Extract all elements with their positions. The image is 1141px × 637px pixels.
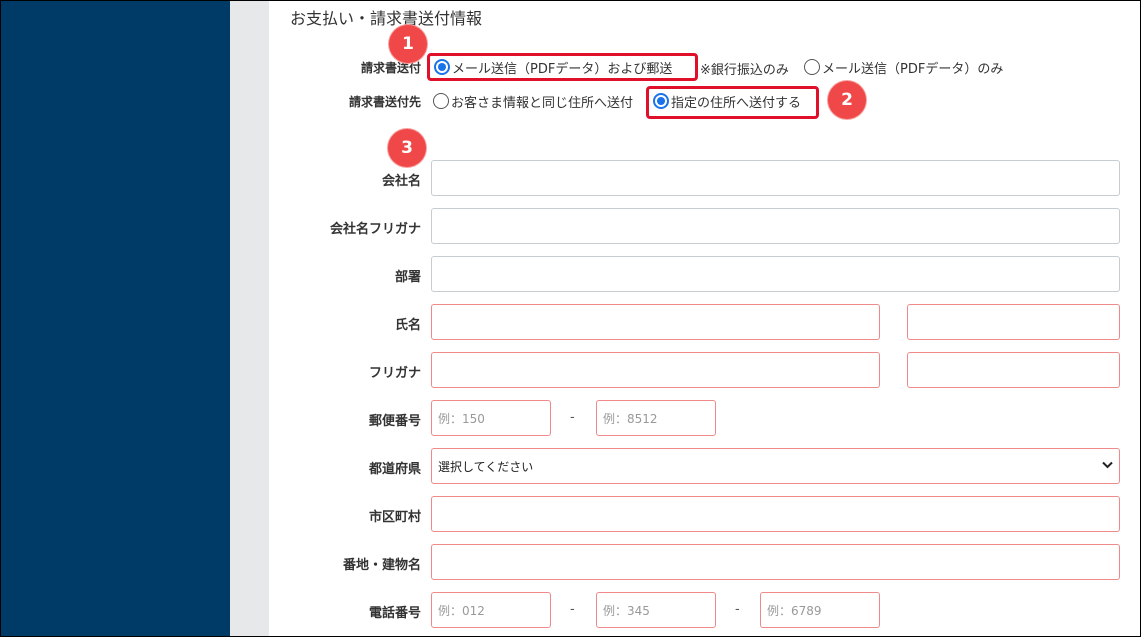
step-badge-1: 1 bbox=[389, 25, 427, 63]
last-name-kana-input[interactable] bbox=[431, 352, 880, 388]
phone-separator-2: - bbox=[735, 602, 740, 617]
highlight-box-1 bbox=[427, 53, 698, 81]
chevron-down-icon[interactable] bbox=[1102, 461, 1113, 469]
postal-label: 郵便番号 bbox=[368, 414, 421, 429]
phone-2-placeholder: 例：345 bbox=[603, 603, 650, 618]
phone-2-input[interactable]: 例：345 bbox=[596, 592, 716, 628]
prefecture-select[interactable]: 選択してください bbox=[431, 448, 1120, 484]
phone-separator-1: - bbox=[570, 602, 575, 617]
section-title: お支払い・請求書送付情報 bbox=[290, 9, 483, 28]
postal-code-1-placeholder: 例：150 bbox=[438, 411, 485, 426]
city-label: 市区町村 bbox=[368, 510, 421, 525]
invoice-send-option-mail-only[interactable]: メール送信（PDFデータ）のみ bbox=[804, 57, 1003, 77]
postal-code-1-input[interactable]: 例：150 bbox=[431, 400, 551, 436]
first-name-kana-input[interactable] bbox=[907, 352, 1120, 388]
last-name-input[interactable] bbox=[431, 304, 880, 340]
radio-unchecked-icon[interactable] bbox=[433, 93, 449, 109]
company-kana-label: 会社名フリガナ bbox=[329, 222, 421, 237]
department-label: 部署 bbox=[394, 270, 421, 285]
city-input[interactable] bbox=[431, 496, 1120, 532]
bank-transfer-note: ※銀行振込のみ bbox=[700, 63, 789, 78]
prefecture-selected-value: 選択してください bbox=[438, 459, 534, 474]
screenshot-frame: お支払い・請求書送付情報 請求書送付 メール送信（PDFデータ）および郵送 ※銀… bbox=[0, 0, 1141, 637]
invoice-destination-option-same-address[interactable]: お客さま情報と同じ住所へ送付 bbox=[433, 91, 633, 111]
phone-1-placeholder: 例：012 bbox=[438, 603, 485, 618]
step-badge-3: 3 bbox=[388, 129, 426, 167]
company-kana-input[interactable] bbox=[431, 208, 1120, 244]
address-label: 番地・建物名 bbox=[342, 558, 421, 573]
first-name-input[interactable] bbox=[907, 304, 1120, 340]
left-sidebar bbox=[1, 1, 230, 636]
option-label: メール送信（PDFデータ）のみ bbox=[822, 61, 1004, 77]
name-kana-label: フリガナ bbox=[368, 366, 421, 381]
phone-3-input[interactable]: 例：6789 bbox=[760, 592, 880, 628]
postal-code-2-input[interactable]: 例：8512 bbox=[596, 400, 716, 436]
name-label: 氏名 bbox=[394, 318, 421, 333]
prefecture-label: 都道府県 bbox=[368, 462, 421, 477]
highlight-box-2 bbox=[646, 86, 819, 119]
phone-label: 電話番号 bbox=[368, 606, 421, 621]
address-input[interactable] bbox=[431, 544, 1120, 580]
department-input[interactable] bbox=[431, 256, 1120, 292]
company-input[interactable] bbox=[431, 160, 1120, 196]
invoice-destination-label: 請求書送付先 bbox=[348, 95, 421, 109]
step-badge-2: 2 bbox=[828, 81, 866, 119]
option-label: お客さま情報と同じ住所へ送付 bbox=[451, 95, 634, 111]
phone-3-placeholder: 例：6789 bbox=[767, 603, 822, 618]
radio-unchecked-icon[interactable] bbox=[804, 59, 820, 75]
postal-separator: - bbox=[570, 410, 575, 425]
company-label: 会社名 bbox=[381, 174, 421, 189]
phone-1-input[interactable]: 例：012 bbox=[431, 592, 551, 628]
postal-code-2-placeholder: 例：8512 bbox=[603, 411, 658, 426]
